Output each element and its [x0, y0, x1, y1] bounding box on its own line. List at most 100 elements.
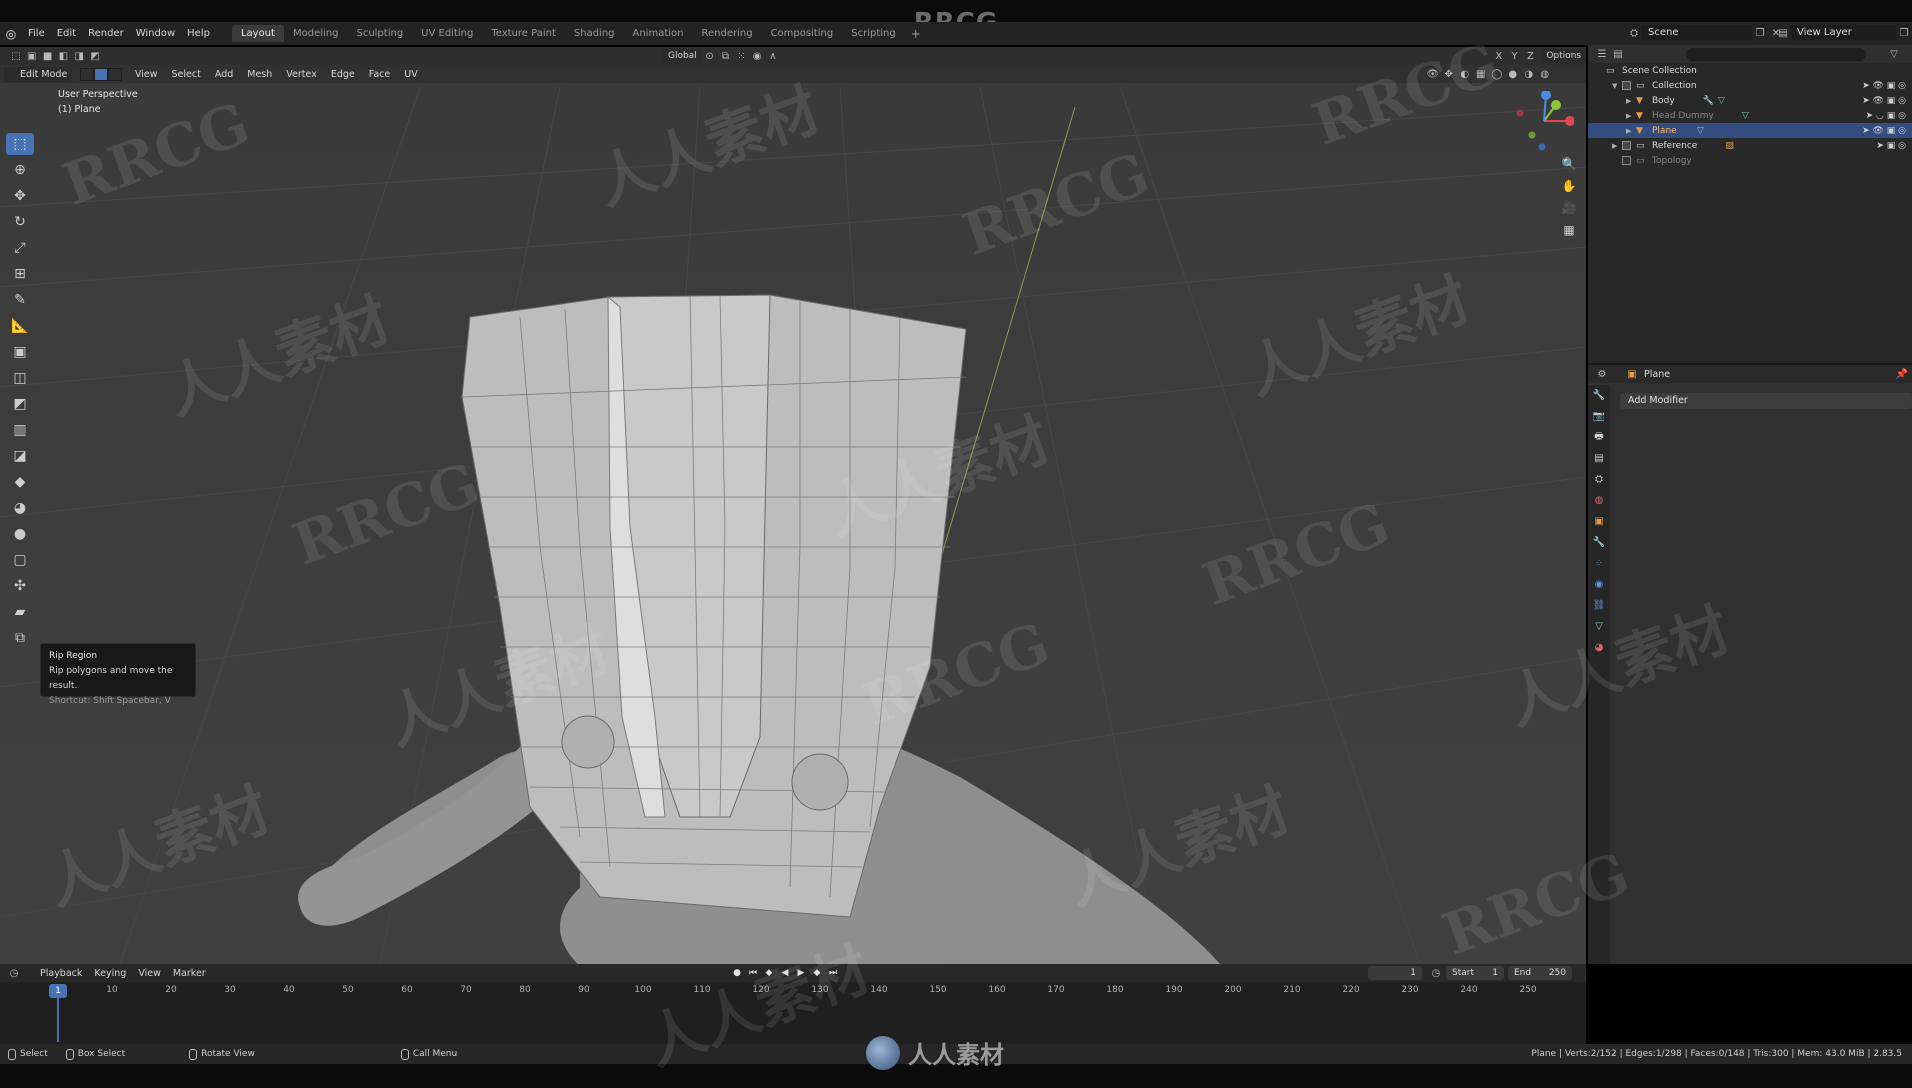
material-tab-icon[interactable]: ◕ [1588, 637, 1610, 658]
menu-file[interactable]: File [22, 28, 51, 39]
scene-name[interactable]: Scene [1642, 25, 1752, 41]
menu-keying[interactable]: Keying [88, 968, 132, 979]
jump-end-icon[interactable]: ⏭ [826, 966, 840, 980]
tab-texture-paint[interactable]: Texture Paint [482, 25, 565, 42]
outliner-row-head-dummy[interactable]: ▶ ▼ Head Dummy ▽ ➤ ◡ ▣ ◎ [1588, 108, 1912, 123]
data-tab-icon[interactable]: ▽ [1588, 616, 1610, 637]
face-select-mode[interactable] [108, 67, 122, 81]
menu-marker[interactable]: Marker [167, 968, 212, 979]
start-frame-field[interactable]: Start 1 [1446, 966, 1504, 980]
xray-icon[interactable]: ▦ [1473, 66, 1489, 82]
navigation-gizmo[interactable] [1514, 91, 1574, 151]
outliner-editor-icon[interactable]: ☰ [1594, 46, 1610, 62]
exclude-checkbox[interactable] [1622, 81, 1631, 90]
jump-start-icon[interactable]: ⏮ [746, 966, 760, 980]
annotate-tool[interactable]: ✎ [6, 289, 34, 311]
scene-selector[interactable]: ⛭ Scene ❐ ✕ [1626, 25, 1784, 41]
pan-hand-icon[interactable]: ✋ [1558, 175, 1580, 197]
perspective-toggle-icon[interactable]: ▦ [1558, 219, 1580, 241]
tab-rendering[interactable]: Rendering [692, 25, 761, 42]
inset-tool[interactable]: ◫ [6, 367, 34, 389]
timeline-ruler[interactable]: 10 20 30 40 50 60 70 80 90 100 110 120 130 140 150 160 1… [0, 984, 1586, 998]
smooth-tool[interactable]: ● [6, 523, 34, 545]
menu-add[interactable]: Add [208, 69, 240, 80]
tab-sculpting[interactable]: Sculpting [347, 25, 412, 42]
loop-cut-tool[interactable]: ▥ [6, 419, 34, 441]
menu-vertex[interactable]: Vertex [279, 69, 324, 80]
shrink-fatten-tool[interactable]: ✣ [6, 575, 34, 597]
mode-dropdown[interactable]: Edit Mode [4, 66, 72, 82]
timeline-editor[interactable]: ◷ Playback Keying View Marker ● ⏮ ◆ ◀ ▶ … [0, 964, 1586, 1044]
gizmo-toggle-icon[interactable]: ✥ [1441, 66, 1457, 82]
zoom-icon[interactable]: 🔍 [1558, 153, 1580, 175]
expand-arrow-icon[interactable]: ▶ [1612, 142, 1622, 150]
properties-editor-icon[interactable]: ⚙ [1594, 366, 1610, 382]
bevel-tool[interactable]: ◩ [6, 393, 34, 415]
preview-range-icon[interactable]: ◷ [1428, 965, 1444, 981]
menu-timeline-view[interactable]: View [132, 968, 167, 979]
edge-slide-tool[interactable]: ▢ [6, 549, 34, 571]
physics-tab-icon[interactable]: ◉ [1588, 574, 1610, 595]
add-workspace-button[interactable]: + [905, 27, 927, 41]
view-layer-tab-icon[interactable]: ▤ [1588, 448, 1610, 469]
mirror-axis-y[interactable]: Y [1507, 48, 1523, 64]
visibility-icon[interactable]: 👁 [1425, 66, 1441, 82]
menu-window[interactable]: Window [130, 28, 181, 39]
play-reverse-icon[interactable]: ◀ [778, 966, 792, 980]
editor-type-icon[interactable]: ⬚ [8, 48, 24, 64]
new-selection-icon[interactable]: ■ [40, 48, 56, 64]
constraints-tab-icon[interactable]: ⛓ [1588, 595, 1610, 616]
mirror-axis-z[interactable]: Z [1522, 48, 1538, 64]
select-box-tool[interactable]: ⬚ [6, 133, 34, 155]
gizmo-z-icon[interactable] [1541, 91, 1551, 100]
rendered-shading-icon[interactable]: ◍ [1537, 66, 1553, 82]
visibility-toggles[interactable]: ➤ 👁 ▣ ◎ [1862, 96, 1906, 106]
record-icon[interactable]: ● [730, 966, 744, 980]
current-frame-marker[interactable]: 1 [49, 984, 67, 998]
render-tab-icon[interactable]: 📷 [1588, 406, 1610, 427]
menu-view[interactable]: View [128, 69, 165, 80]
wireframe-shading-icon[interactable]: ◯ [1489, 66, 1505, 82]
view-layer-selector[interactable]: ▤ View Layer ❐ [1775, 25, 1912, 41]
new-view-layer-icon[interactable]: ❐ [1896, 25, 1912, 41]
world-tab-icon[interactable]: ◍ [1588, 490, 1610, 511]
pin-icon[interactable]: 📌 [1894, 366, 1910, 382]
output-tab-icon[interactable]: 🖶 [1588, 427, 1610, 448]
shear-tool[interactable]: ▰ [6, 601, 34, 623]
tab-animation[interactable]: Animation [624, 25, 693, 42]
tool-tab-icon[interactable]: 🔧 [1588, 385, 1610, 406]
object-tab-icon[interactable]: ▣ [1588, 511, 1610, 532]
snap-icon[interactable]: ⧉ [718, 48, 734, 64]
transform-orientation-dropdown[interactable]: Global [662, 49, 702, 63]
tab-shading[interactable]: Shading [565, 25, 624, 42]
menu-uv[interactable]: UV [397, 69, 424, 80]
menu-select[interactable]: Select [165, 69, 208, 80]
pivot-point-icon[interactable]: ⊙ [702, 48, 718, 64]
3d-viewport[interactable]: ⬚ ▣ ■ ◧ ◨ ◩ Global ⊙ ⧉ ⁙ ◉ ∧ X Y Z Optio… [0, 47, 1586, 964]
move-tool[interactable]: ✥ [6, 185, 34, 207]
gizmo-x-icon[interactable] [1565, 116, 1574, 126]
menu-mesh[interactable]: Mesh [240, 69, 279, 80]
menu-render[interactable]: Render [82, 28, 130, 39]
menu-face[interactable]: Face [362, 69, 397, 80]
extrude-tool[interactable]: ▣ [6, 341, 34, 363]
expand-arrow-icon[interactable]: ▼ [1612, 82, 1622, 90]
edge-select-mode[interactable] [94, 67, 108, 81]
tab-layout[interactable]: Layout [231, 25, 284, 42]
tab-modeling[interactable]: Modeling [284, 25, 348, 42]
falloff-icon[interactable]: ∧ [765, 48, 781, 64]
expand-arrow-icon[interactable]: ▶ [1626, 112, 1636, 120]
new-scene-icon[interactable]: ❐ [1752, 25, 1768, 41]
playhead[interactable] [57, 998, 59, 1042]
menu-edit[interactable]: Edit [51, 28, 82, 39]
camera-view-icon[interactable]: 🎥 [1558, 197, 1580, 219]
prev-keyframe-icon[interactable]: ◆ [762, 966, 776, 980]
view-layer-name[interactable]: View Layer [1791, 25, 1896, 41]
visibility-toggles[interactable]: ➤ ▣ ◎ [1876, 141, 1906, 151]
outliner-row-reference[interactable]: ▶ ▭ Reference ▨ ➤ ▣ ◎ [1588, 138, 1912, 153]
particles-tab-icon[interactable]: ⁘ [1588, 553, 1610, 574]
spin-tool[interactable]: ◕ [6, 497, 34, 519]
outliner-row-collection[interactable]: ▼ ▭ Collection ➤ 👁 ▣ ◎ [1588, 78, 1912, 93]
rip-region-tool[interactable]: ⧉ [6, 627, 34, 649]
rotate-tool[interactable]: ↻ [6, 211, 34, 233]
